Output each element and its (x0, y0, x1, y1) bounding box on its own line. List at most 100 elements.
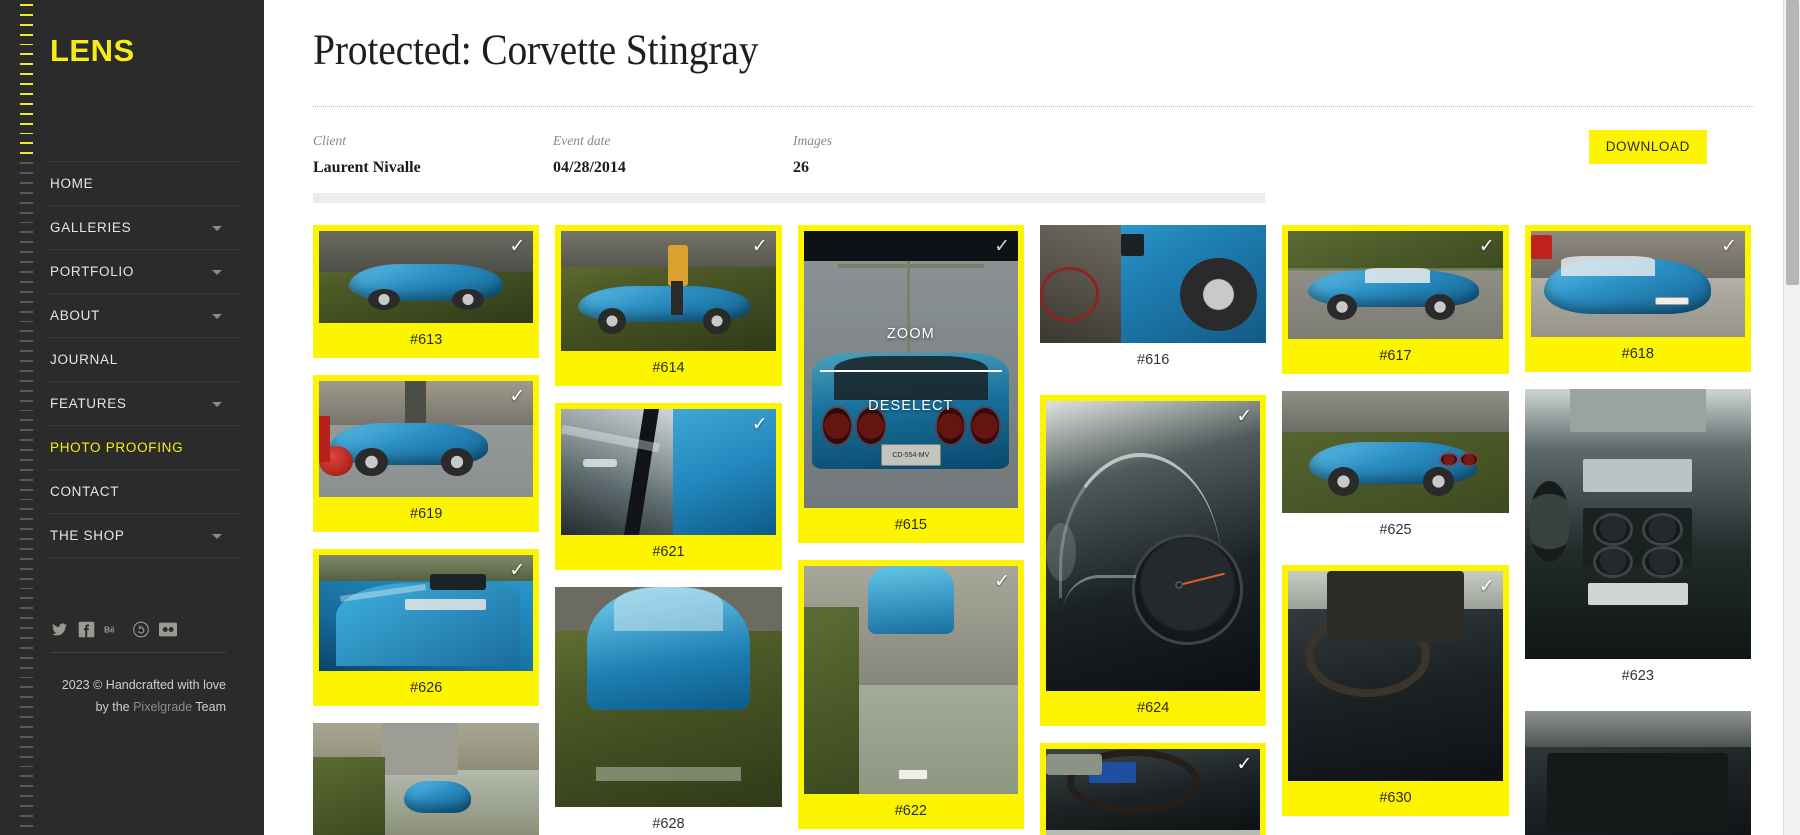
photo-tile[interactable]: ✓ #618 (1524, 225, 1751, 372)
photo-tile[interactable]: ✓#629 (1039, 743, 1267, 835)
photo-thumbnail[interactable]: ✓ (561, 231, 776, 351)
footer-suffix: Team (192, 699, 226, 714)
photo-caption: #624 (1137, 700, 1170, 716)
photo-tile[interactable]: ✓ #614 (555, 225, 782, 386)
photo-thumbnail[interactable] (313, 723, 540, 835)
footer-line-1: 2023 © Handcrafted with love (61, 678, 226, 692)
scrollbar-thumb[interactable] (1786, 0, 1799, 285)
photo-thumbnail[interactable]: ✓ (319, 231, 534, 323)
meta-images-label: Images (793, 133, 832, 148)
checkmark-icon[interactable]: ✓ (1236, 407, 1252, 426)
photo-thumbnail[interactable] (555, 587, 782, 807)
chevron-down-icon[interactable] (212, 269, 222, 275)
checkmark-icon[interactable]: ✓ (509, 561, 525, 580)
deselect-action[interactable]: DESELECT (868, 398, 953, 414)
checkmark-icon[interactable]: ✓ (752, 237, 768, 256)
ruler-tick (20, 538, 33, 540)
ruler-tick (20, 43, 33, 46)
footer-brand-link[interactable]: Pixelgrade (133, 700, 192, 714)
photo-tile[interactable]: ✓ #630 (1282, 565, 1509, 816)
flickr-icon[interactable] (158, 620, 177, 639)
vertical-scrollbar[interactable] (1783, 0, 1800, 835)
photo-tile[interactable]: ✓ #613 (313, 225, 540, 358)
photo-tile[interactable]: ✓ #626 (313, 549, 540, 706)
download-button[interactable]: DOWNLOAD (1588, 130, 1707, 164)
ruler-tick (20, 775, 33, 778)
photo-thumbnail[interactable]: ✓ (319, 555, 534, 671)
ruler-tick (20, 597, 33, 600)
checkmark-icon[interactable]: ✓ (1721, 237, 1737, 256)
sidebar-item-features[interactable]: FEATURES (50, 381, 240, 425)
photo-thumbnail[interactable] (1524, 389, 1751, 659)
ruler-tick (20, 458, 33, 461)
photo-thumbnail[interactable] (1524, 711, 1751, 835)
ruler-tick (20, 369, 33, 372)
photo-tile[interactable]: ✓ #619 (313, 375, 540, 532)
checkmark-icon[interactable]: ✓ (509, 237, 525, 256)
photo-tile[interactable]: ✓ #624 (1039, 395, 1267, 726)
photo-thumbnail[interactable]: ✓ (1288, 571, 1503, 781)
ruler-tick (20, 73, 33, 76)
ruler-tick (20, 162, 33, 165)
ruler-tick (20, 735, 33, 738)
photo-tile[interactable]: ✓ #621 (555, 403, 782, 570)
chevron-down-icon[interactable] (212, 225, 222, 231)
sidebar-item-photo-proofing[interactable]: PHOTO PROOFING (50, 425, 240, 469)
sidebar-item-home[interactable]: HOME (50, 161, 240, 205)
twitter-icon[interactable] (50, 620, 69, 639)
sidebar-item-journal[interactable]: JOURNAL (50, 337, 240, 381)
zoom-action[interactable]: ZOOM (887, 326, 935, 342)
chevron-down-icon[interactable] (212, 401, 222, 407)
sidebar-item-galleries[interactable]: GALLERIES (50, 205, 240, 249)
ruler-tick (20, 765, 33, 768)
checkmark-icon[interactable]: ✓ (509, 387, 525, 406)
checkmark-icon[interactable]: ✓ (1479, 237, 1495, 256)
photo-caption: #622 (894, 803, 927, 819)
photo-tile[interactable]: #627 (313, 723, 540, 835)
sidebar-item-about[interactable]: ABOUT (50, 293, 240, 337)
photo-tile[interactable]: #623 (1524, 389, 1751, 694)
facebook-icon[interactable] (77, 620, 96, 639)
photo-thumbnail[interactable]: ✓ (1288, 231, 1503, 339)
behance-icon[interactable]: Bē (104, 620, 123, 639)
photo-thumbnail[interactable]: ✓ (561, 409, 776, 535)
ruler-tick (20, 112, 33, 115)
photo-thumbnail[interactable]: ✓ (1045, 401, 1261, 691)
ruler-tick (20, 627, 33, 629)
photo-tile[interactable]: ✓ #622 (797, 560, 1024, 829)
photo-thumbnail[interactable] (1282, 391, 1509, 513)
photo-thumbnail[interactable] (1039, 225, 1267, 343)
ruler-tick (20, 191, 33, 194)
ruler-tick (20, 478, 33, 481)
sidebar-item-the-shop[interactable]: THE SHOP (50, 513, 240, 557)
sidebar-item-contact[interactable]: CONTACT (50, 469, 240, 513)
photo-thumbnail[interactable]: CD-554-MV ✓ ZOOM DESELECT (803, 231, 1018, 508)
photo-thumbnail[interactable]: ✓ (803, 566, 1018, 794)
ruler-tick (20, 201, 33, 204)
photo-thumbnail[interactable]: ✓ (1530, 231, 1745, 337)
checkmark-icon[interactable]: ✓ (994, 572, 1010, 591)
photo-thumbnail[interactable]: ✓ (1045, 749, 1261, 835)
photo-tile[interactable]: ✓ #617 (1282, 225, 1509, 374)
photo-thumbnail[interactable]: ✓ (319, 381, 534, 497)
ruler-tick (20, 607, 33, 610)
site-logo[interactable]: LENS (50, 35, 240, 66)
ruler-tick (20, 172, 33, 175)
photo-tile[interactable]: #631 (1524, 711, 1751, 835)
checkmark-icon[interactable]: ✓ (752, 415, 768, 434)
photo-tile[interactable]: #625 (1282, 391, 1509, 548)
photo-caption: #613 (410, 332, 443, 348)
checkmark-icon[interactable]: ✓ (1479, 577, 1495, 596)
ruler-tick (20, 231, 33, 234)
ruler-tick (20, 815, 33, 817)
ruler-tick (20, 449, 33, 451)
photo-tile[interactable]: #616 (1039, 225, 1267, 378)
chevron-down-icon[interactable] (212, 533, 222, 539)
fivehundredpx-icon[interactable] (131, 620, 150, 639)
checkmark-icon[interactable]: ✓ (1236, 755, 1252, 774)
chevron-down-icon[interactable] (212, 313, 222, 319)
sidebar-item-portfolio[interactable]: PORTFOLIO (50, 249, 240, 293)
photo-tile[interactable]: CD-554-MV ✓ ZOOM DESELECT #615 (797, 225, 1024, 543)
ruler-tick (20, 824, 33, 827)
photo-tile[interactable]: #628 (555, 587, 782, 835)
